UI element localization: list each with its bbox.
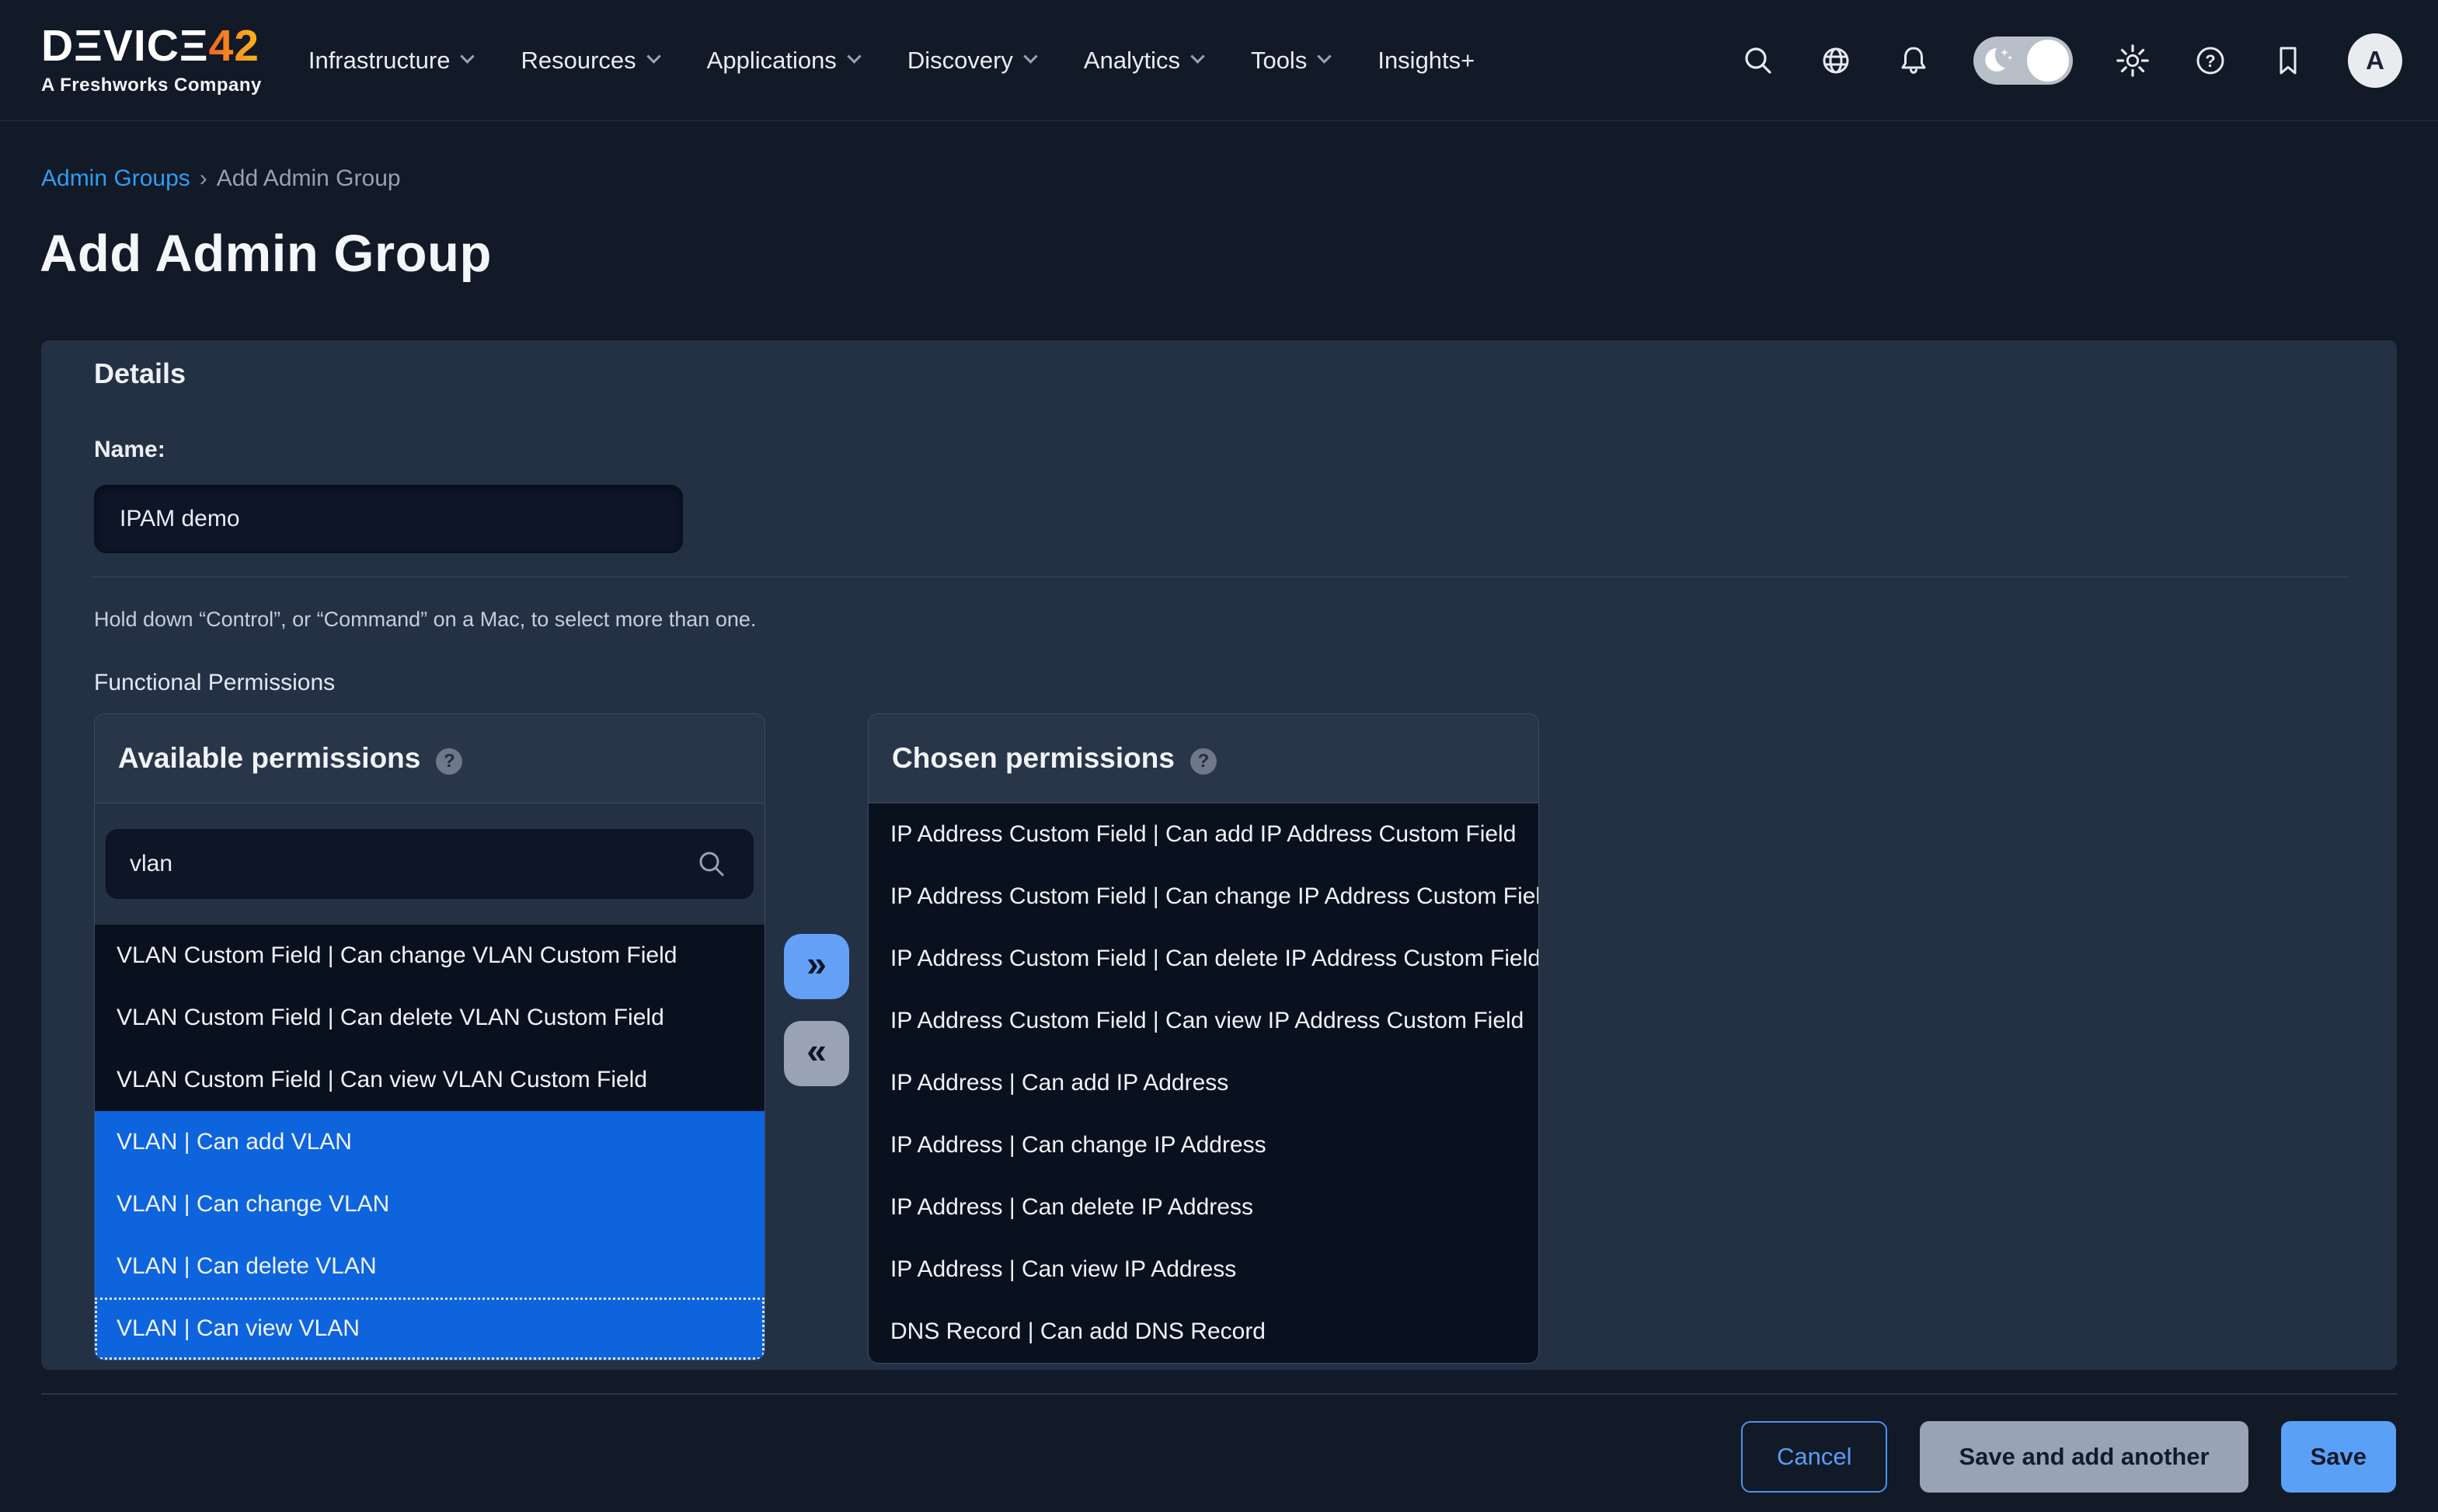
breadcrumb: Admin Groups › Add Admin Group	[41, 165, 401, 192]
menu-tools[interactable]: Tools	[1251, 47, 1329, 75]
dark-mode-toggle[interactable]	[1973, 37, 2073, 85]
chevron-down-icon	[847, 49, 861, 63]
list-item[interactable]: IP Address | Can add IP Address	[869, 1052, 1538, 1114]
nav-utilities: ? A	[1740, 33, 2402, 88]
svg-text:?: ?	[2205, 51, 2215, 71]
multiselect-hint: Hold down “Control”, or “Command” on a M…	[94, 608, 756, 632]
chosen-help-icon[interactable]: ?	[1190, 748, 1217, 775]
menu-analytics[interactable]: Analytics	[1084, 47, 1203, 75]
available-permissions-list: VLAN Custom Field | Can change VLAN Cust…	[95, 925, 764, 1360]
page-title: Add Admin Group	[40, 224, 492, 284]
permissions-transfer-widget: Available permissions ? VLAN Custom Fiel…	[94, 713, 1539, 1364]
chevron-down-icon	[1318, 49, 1332, 63]
notifications-bell-icon[interactable]	[1896, 43, 1931, 78]
list-item[interactable]: IP Address | Can view IP Address	[869, 1239, 1538, 1301]
menu-discovery[interactable]: Discovery	[907, 47, 1036, 75]
details-heading: Details	[94, 357, 186, 390]
help-icon[interactable]: ?	[2192, 43, 2228, 78]
logo-42: 42	[209, 21, 259, 71]
available-permissions-header: Available permissions ?	[95, 714, 764, 803]
choose-all-button[interactable]: »	[784, 934, 849, 999]
list-item-selected[interactable]: VLAN | Can change VLAN	[95, 1173, 764, 1235]
available-filter-input[interactable]	[106, 829, 754, 899]
list-item[interactable]: IP Address Custom Field | Can change IP …	[869, 866, 1538, 928]
menu-resources[interactable]: Resources	[521, 47, 658, 75]
chosen-permissions-header: Chosen permissions ?	[869, 714, 1538, 803]
list-item-selected-focused[interactable]: VLAN | Can view VLAN	[95, 1298, 764, 1360]
available-search-row	[95, 803, 764, 925]
main-menu: Infrastructure Resources Applications Di…	[308, 47, 1475, 75]
logo-wordmark: DΞVICΞ42	[41, 24, 262, 68]
cancel-button[interactable]: Cancel	[1741, 1421, 1888, 1493]
footer-divider	[41, 1393, 2397, 1395]
user-avatar[interactable]: A	[2348, 33, 2402, 88]
available-permissions-panel: Available permissions ? VLAN Custom Fiel…	[94, 713, 765, 1360]
menu-insights-plus[interactable]: Insights+	[1377, 47, 1475, 75]
available-permissions-title: Available permissions	[118, 742, 420, 775]
save-and-add-another-button[interactable]: Save and add another	[1920, 1421, 2248, 1493]
settings-gear-icon[interactable]	[2115, 43, 2151, 78]
logo-tagline: A Freshworks Company	[41, 75, 262, 96]
search-icon[interactable]	[1740, 43, 1776, 78]
list-item[interactable]: IP Address | Can delete IP Address	[869, 1176, 1538, 1239]
chosen-permissions-title: Chosen permissions	[892, 742, 1175, 775]
list-item-selected[interactable]: VLAN | Can add VLAN	[95, 1111, 764, 1173]
breadcrumb-admin-groups-link[interactable]: Admin Groups	[41, 165, 190, 191]
chevron-down-icon	[1023, 49, 1037, 63]
top-navigation: DΞVICΞ42 A Freshworks Company Infrastruc…	[0, 0, 2438, 121]
device42-logo[interactable]: DΞVICΞ42 A Freshworks Company	[41, 24, 262, 96]
save-button[interactable]: Save	[2281, 1421, 2396, 1493]
moon-icon	[1981, 44, 2017, 82]
list-item[interactable]: IP Address Custom Field | Can view IP Ad…	[869, 990, 1538, 1052]
list-item[interactable]: DNS Record | Can add DNS Record	[869, 1301, 1538, 1363]
menu-infrastructure[interactable]: Infrastructure	[308, 47, 473, 75]
footer-actions: Cancel Save and add another Save	[1741, 1421, 2396, 1493]
list-item-selected[interactable]: VLAN | Can delete VLAN	[95, 1235, 764, 1298]
bookmark-icon[interactable]	[2270, 43, 2306, 78]
breadcrumb-current: Add Admin Group	[217, 165, 401, 191]
remove-all-button[interactable]: «	[784, 1021, 849, 1086]
list-item[interactable]: VLAN Custom Field | Can delete VLAN Cust…	[95, 987, 764, 1049]
toggle-knob	[2027, 40, 2069, 82]
add-admin-group-form-card: Details Name: Hold down “Control”, or “C…	[41, 340, 2397, 1370]
chevron-down-icon	[1190, 49, 1204, 63]
chosen-permissions-list: IP Address Custom Field | Can add IP Add…	[869, 803, 1538, 1363]
transfer-buttons: » «	[784, 713, 849, 1086]
chevron-down-icon	[646, 49, 660, 63]
functional-permissions-label: Functional Permissions	[94, 670, 335, 696]
chevron-down-icon	[461, 49, 475, 63]
list-item[interactable]: IP Address Custom Field | Can delete IP …	[869, 928, 1538, 990]
globe-icon[interactable]	[1818, 43, 1854, 78]
breadcrumb-separator: ›	[200, 165, 207, 191]
chosen-permissions-panel: Chosen permissions ? IP Address Custom F…	[868, 713, 1539, 1364]
list-item[interactable]: IP Address | Can change IP Address	[869, 1114, 1538, 1176]
menu-applications[interactable]: Applications	[707, 47, 859, 75]
list-item[interactable]: IP Address Custom Field | Can add IP Add…	[869, 803, 1538, 866]
name-input[interactable]	[94, 485, 683, 553]
available-help-icon[interactable]: ?	[436, 748, 462, 775]
name-label: Name:	[94, 437, 165, 463]
list-item[interactable]: VLAN Custom Field | Can change VLAN Cust…	[95, 925, 764, 987]
list-item[interactable]: VLAN Custom Field | Can view VLAN Custom…	[95, 1049, 764, 1111]
